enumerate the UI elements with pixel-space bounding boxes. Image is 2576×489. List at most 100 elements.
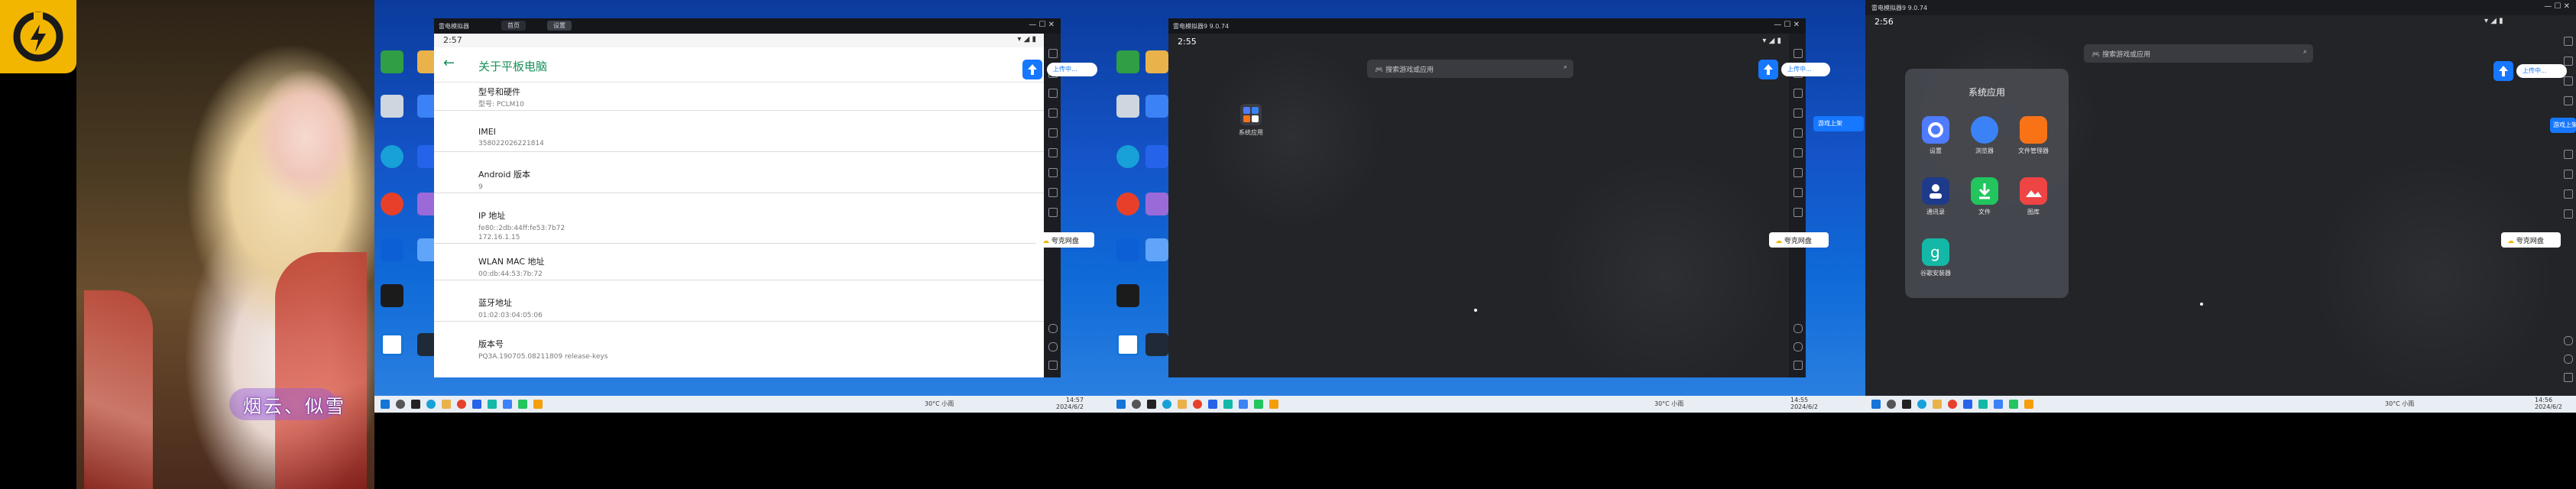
shared-folder-icon[interactable] bbox=[1048, 188, 1058, 197]
search-icon[interactable]: ⌕ bbox=[1563, 63, 1567, 71]
tray-clock[interactable]: 14:55 2024/6/2 bbox=[1790, 397, 1818, 410]
ldplayer-icon[interactable] bbox=[533, 400, 543, 409]
edge-icon[interactable] bbox=[381, 145, 403, 168]
app-icon[interactable] bbox=[518, 400, 527, 409]
tray-clock[interactable]: 14:57 2024/6/2 bbox=[1056, 397, 1084, 410]
desktop-icon[interactable] bbox=[1116, 50, 1139, 73]
chrome-icon[interactable] bbox=[381, 193, 403, 215]
record-icon[interactable] bbox=[1793, 128, 1803, 138]
side-pill[interactable]: 游戏上架 bbox=[1813, 116, 1864, 131]
app-icon[interactable] bbox=[1239, 400, 1248, 409]
recents-nav-icon[interactable] bbox=[1048, 361, 1058, 370]
windows-start-icon[interactable] bbox=[1871, 400, 1881, 409]
back-nav-icon[interactable] bbox=[1048, 324, 1058, 333]
home-nav-icon[interactable] bbox=[1793, 342, 1803, 351]
keyboard-icon[interactable] bbox=[1048, 49, 1058, 58]
weather[interactable]: 30°C 小雨 bbox=[925, 400, 954, 408]
store-icon[interactable] bbox=[472, 400, 481, 409]
app-icon[interactable] bbox=[1145, 145, 1168, 168]
chrome-icon[interactable] bbox=[1116, 193, 1139, 215]
location-icon[interactable] bbox=[2564, 170, 2573, 179]
taskview-icon[interactable] bbox=[411, 400, 420, 409]
app-icon[interactable] bbox=[1145, 333, 1168, 356]
edge-icon[interactable] bbox=[426, 400, 436, 409]
weather[interactable]: 30°C 小雨 bbox=[2385, 400, 2414, 408]
info-row-android-version[interactable]: Android 版本 9 bbox=[478, 168, 530, 192]
location-icon[interactable] bbox=[1048, 148, 1058, 157]
edge-icon[interactable] bbox=[1917, 400, 1926, 409]
app-icon[interactable] bbox=[381, 238, 403, 261]
chrome-icon[interactable] bbox=[457, 400, 466, 409]
rotate-icon[interactable] bbox=[2564, 96, 2573, 105]
info-row-model[interactable]: 型号和硬件 型号: PCLM10 bbox=[478, 86, 524, 109]
store-icon[interactable] bbox=[1208, 400, 1217, 409]
windows-start-icon[interactable] bbox=[1116, 400, 1126, 409]
contacts-app-icon[interactable] bbox=[1922, 177, 1949, 205]
recycle-bin-icon[interactable] bbox=[1116, 95, 1139, 118]
app-icon[interactable] bbox=[503, 400, 512, 409]
keyboard-icon[interactable] bbox=[1793, 49, 1803, 58]
netdisk-button[interactable]: ☁ 夸克网盘 bbox=[1769, 232, 1829, 248]
gallery-app-icon[interactable] bbox=[2020, 177, 2047, 205]
search-icon[interactable] bbox=[1887, 400, 1896, 409]
app-icon[interactable] bbox=[1978, 400, 1988, 409]
more-icon[interactable] bbox=[1048, 208, 1058, 217]
app-icon[interactable] bbox=[1145, 193, 1168, 215]
install-apk-icon[interactable] bbox=[1793, 168, 1803, 177]
search-icon[interactable] bbox=[396, 400, 405, 409]
taskview-icon[interactable] bbox=[1902, 400, 1911, 409]
info-row-bluetooth[interactable]: 蓝牙地址 01:02:03:04:05:06 bbox=[478, 296, 543, 320]
ldplayer-icon[interactable] bbox=[1269, 400, 1278, 409]
window-controls[interactable]: — ☐ ✕ bbox=[1029, 21, 1055, 29]
explorer-icon[interactable] bbox=[442, 400, 451, 409]
screenshot-icon[interactable] bbox=[1793, 89, 1803, 98]
search-icon[interactable] bbox=[1132, 400, 1141, 409]
home-nav-icon[interactable] bbox=[2564, 355, 2573, 364]
screenshot-icon[interactable] bbox=[1048, 89, 1058, 98]
app-icon[interactable] bbox=[1254, 400, 1263, 409]
upload-float-icon[interactable] bbox=[1022, 60, 1042, 79]
info-row-build[interactable]: 版本号 PQ3A.190705.08211809 release-keys bbox=[478, 338, 608, 361]
record-icon[interactable] bbox=[1048, 128, 1058, 138]
back-arrow-icon[interactable]: ← bbox=[443, 55, 455, 71]
system-apps-folder[interactable] bbox=[1240, 104, 1262, 125]
window-controls[interactable]: — ☐ ✕ bbox=[1774, 21, 1800, 29]
tab-home[interactable]: 首页 bbox=[501, 21, 526, 31]
desktop-icon[interactable] bbox=[381, 50, 403, 73]
tray-clock[interactable]: 14:56 2024/6/2 bbox=[2535, 397, 2562, 410]
edge-icon[interactable] bbox=[1116, 145, 1139, 168]
install-apk-icon[interactable] bbox=[2564, 189, 2573, 199]
app-icon[interactable] bbox=[1145, 95, 1168, 118]
explorer-icon[interactable] bbox=[1933, 400, 1942, 409]
ldplayer-icon[interactable] bbox=[2024, 400, 2033, 409]
record-icon[interactable] bbox=[2564, 150, 2573, 159]
info-row-wlan-mac[interactable]: WLAN MAC 地址 00:db:44:53:7b:72 bbox=[478, 255, 545, 279]
info-row-ip[interactable]: IP 地址 fe80::2db:44ff:fe53:7b72 172.16.1.… bbox=[478, 209, 565, 242]
app-icon[interactable] bbox=[1145, 238, 1168, 261]
file-manager-app-icon[interactable] bbox=[2020, 116, 2047, 144]
keyboard-icon[interactable] bbox=[2564, 37, 2573, 46]
settings-app-icon[interactable] bbox=[1922, 116, 1949, 144]
search-icon[interactable]: ⌕ bbox=[2303, 48, 2307, 56]
browser-app-icon[interactable] bbox=[1971, 116, 1998, 144]
rotate-icon[interactable] bbox=[1793, 108, 1803, 118]
edge-icon[interactable] bbox=[1162, 400, 1171, 409]
app-icon[interactable] bbox=[381, 284, 403, 307]
app-icon[interactable] bbox=[488, 400, 497, 409]
recycle-bin-icon[interactable] bbox=[381, 95, 403, 118]
search-bar[interactable]: 🎮 搜索游戏或应用 ⌕ bbox=[2084, 44, 2313, 63]
weather[interactable]: 30°C 小雨 bbox=[1654, 400, 1683, 408]
rotate-icon[interactable] bbox=[1048, 108, 1058, 118]
folder-icon[interactable] bbox=[1145, 50, 1168, 73]
app-icon[interactable] bbox=[381, 333, 403, 356]
app-icon[interactable] bbox=[1223, 400, 1233, 409]
tab-settings[interactable]: 设置 bbox=[547, 21, 572, 31]
windows-start-icon[interactable] bbox=[381, 400, 390, 409]
back-nav-icon[interactable] bbox=[1793, 324, 1803, 333]
explorer-icon[interactable] bbox=[1178, 400, 1187, 409]
upload-float-icon[interactable] bbox=[1758, 60, 1778, 79]
back-nav-icon[interactable] bbox=[2564, 336, 2573, 345]
search-bar[interactable]: 🎮 搜索游戏或应用 ⌕ bbox=[1367, 60, 1573, 78]
taskview-icon[interactable] bbox=[1147, 400, 1156, 409]
location-icon[interactable] bbox=[1793, 148, 1803, 157]
